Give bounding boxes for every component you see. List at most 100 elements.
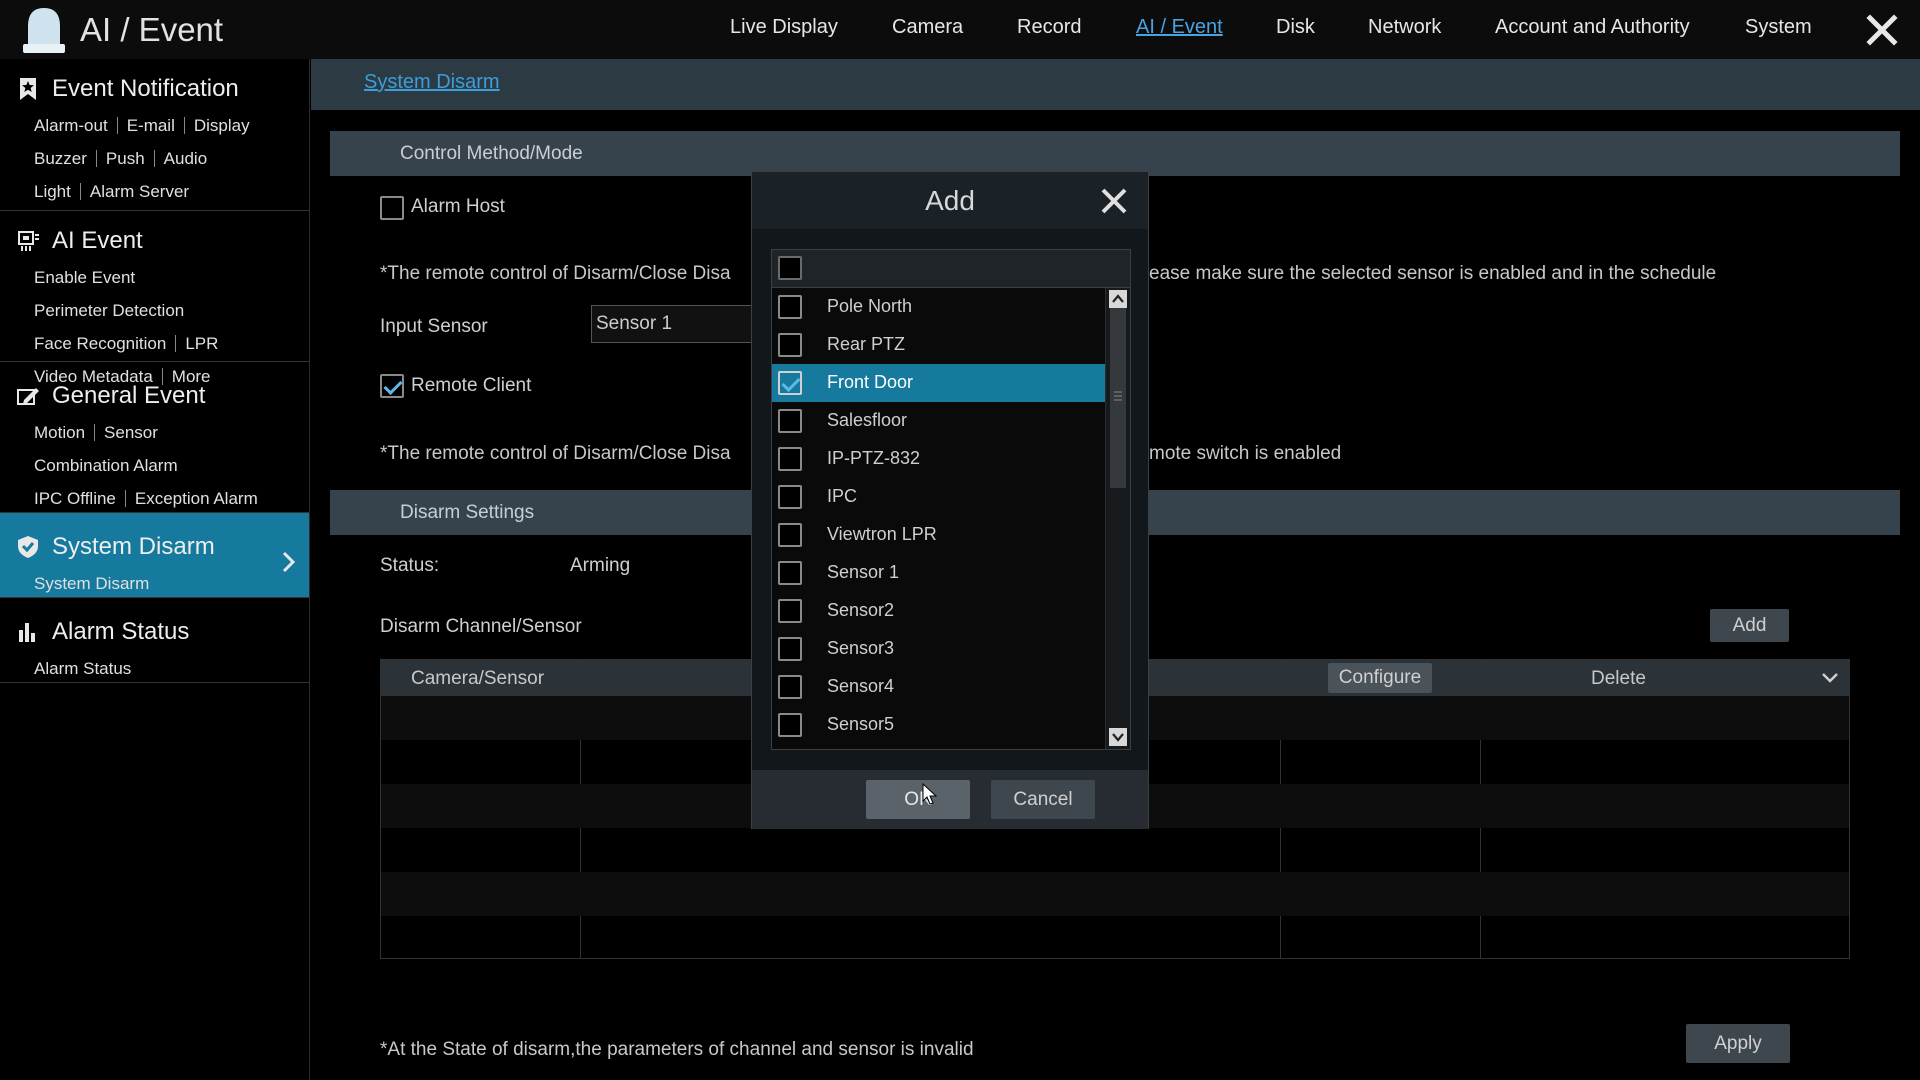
sidebar-link-motion[interactable]: Motion [34, 423, 85, 443]
sidebar-link-face-recognition[interactable]: Face Recognition [34, 334, 166, 354]
nav-system[interactable]: System [1745, 16, 1812, 39]
sidebar-link-display[interactable]: Display [194, 116, 250, 136]
sidebar: Event Notification Alarm-out E-mail Disp… [0, 59, 310, 1080]
item-label: IPC [827, 486, 858, 506]
input-sensor-select[interactable]: Sensor 1 [591, 305, 761, 343]
item-label: Sensor 1 [827, 562, 900, 582]
item-checkbox[interactable] [778, 295, 802, 319]
item-label: Sensor5 [827, 714, 895, 734]
sidebar-link-push[interactable]: Push [106, 149, 145, 169]
sidebar-link-system-disarm[interactable]: System Disarm [34, 574, 149, 594]
nav-network[interactable]: Network [1368, 16, 1441, 39]
note-alarm-host-left: *The remote control of Disarm/Close Disa [380, 263, 731, 284]
scroll-up-button[interactable] [1109, 290, 1127, 308]
list-item[interactable]: Sensor3 [772, 630, 1105, 668]
nav-live-display[interactable]: Live Display [730, 16, 838, 39]
list-item[interactable]: Front Door [772, 364, 1105, 402]
list-item[interactable]: Pole North [772, 288, 1105, 326]
sidebar-row: Combination Alarm [0, 449, 309, 482]
apply-button[interactable]: Apply [1686, 1024, 1790, 1063]
sidebar-link-lpr[interactable]: LPR [185, 334, 218, 354]
sidebar-link-email[interactable]: E-mail [127, 116, 175, 136]
separator [124, 490, 126, 507]
close-icon[interactable] [1866, 14, 1898, 46]
ok-button[interactable]: OK [866, 780, 970, 819]
sidebar-row: IPC Offline Exception Alarm [0, 482, 309, 515]
item-checkbox[interactable] [778, 523, 802, 547]
item-checkbox[interactable] [778, 447, 802, 471]
section-title: Disarm Settings [400, 502, 535, 523]
sidebar-head-system-disarm[interactable]: System Disarm [0, 527, 309, 567]
sidebar-head-event-notification[interactable]: Event Notification [0, 69, 309, 109]
breadcrumb[interactable]: System Disarm [364, 71, 500, 94]
item-label: IP-PTZ-832 [827, 448, 921, 468]
item-checkbox[interactable] [778, 333, 802, 357]
list-item[interactable]: Sensor 1 [772, 554, 1105, 592]
list-item[interactable]: Sensor4 [772, 668, 1105, 706]
sidebar-row: Alarm-out E-mail Display [0, 109, 309, 142]
list-item[interactable]: Salesfloor [772, 402, 1105, 440]
sidebar-row: Buzzer Push Audio [0, 142, 309, 175]
dialog-header: Add [752, 172, 1148, 229]
sidebar-title: Event Notification [52, 75, 239, 102]
remote-client-checkbox[interactable] [380, 374, 404, 398]
sidebar-head-general-event[interactable]: General Event [0, 376, 309, 416]
sidebar-link-sensor[interactable]: Sensor [104, 423, 158, 443]
sidebar-link-light[interactable]: Light [34, 182, 71, 202]
sidebar-link-alarm-server[interactable]: Alarm Server [90, 182, 189, 202]
select-all-checkbox[interactable] [778, 256, 802, 280]
nav-account-authority[interactable]: Account and Authority [1495, 16, 1690, 39]
nav-disk[interactable]: Disk [1276, 16, 1315, 39]
list-scrollbar[interactable] [1105, 288, 1130, 749]
footer-note: *At the State of disarm,the parameters o… [380, 1039, 974, 1060]
sidebar-link-audio[interactable]: Audio [164, 149, 207, 169]
sidebar-group-ai-event: AI Event Enable Event Perimeter Detectio… [0, 211, 309, 386]
item-checkbox[interactable] [778, 371, 802, 395]
sidebar-link-perimeter-detection[interactable]: Perimeter Detection [34, 301, 184, 321]
dialog-footer: OK Cancel [752, 770, 1148, 829]
sidebar-link-ipc-offline[interactable]: IPC Offline [34, 489, 116, 509]
alarm-host-checkbox[interactable] [380, 196, 404, 220]
item-checkbox[interactable] [778, 561, 802, 585]
nav-ai-event[interactable]: AI / Event [1136, 16, 1223, 39]
configure-button[interactable]: Configure [1328, 663, 1432, 693]
item-label: Viewtron LPR [827, 524, 937, 544]
bar-chart-icon [19, 623, 35, 642]
item-checkbox[interactable] [778, 637, 802, 661]
list-item[interactable]: Sensor5 [772, 706, 1105, 744]
list-item[interactable]: Sensor2 [772, 592, 1105, 630]
close-icon[interactable] [1100, 187, 1128, 215]
dialog-title: Add [925, 185, 975, 216]
scroll-down-button[interactable] [1109, 728, 1127, 746]
item-checkbox[interactable] [778, 713, 802, 737]
sidebar-head-ai-event[interactable]: AI Event [0, 221, 309, 261]
nav-record[interactable]: Record [1017, 16, 1081, 39]
item-checkbox[interactable] [778, 675, 802, 699]
sidebar-link-alarm-status[interactable]: Alarm Status [34, 659, 131, 679]
sidebar-link-buzzer[interactable]: Buzzer [34, 149, 87, 169]
list-item[interactable]: IP-PTZ-832 [772, 440, 1105, 478]
sidebar-row: Light Alarm Server [0, 175, 309, 208]
nav-camera[interactable]: Camera [892, 16, 963, 39]
list-item[interactable]: Viewtron LPR [772, 516, 1105, 554]
cancel-button[interactable]: Cancel [991, 780, 1095, 819]
sidebar-link-exception-alarm[interactable]: Exception Alarm [135, 489, 258, 509]
separator [175, 335, 177, 352]
sidebar-head-alarm-status[interactable]: Alarm Status [0, 612, 309, 652]
note-remote-client-right: mote switch is enabled [1149, 443, 1342, 464]
item-checkbox[interactable] [778, 485, 802, 509]
item-checkbox[interactable] [778, 409, 802, 433]
sidebar-link-combination-alarm[interactable]: Combination Alarm [34, 456, 178, 476]
list-item[interactable]: IPC [772, 478, 1105, 516]
sidebar-group-event-notification: Event Notification Alarm-out E-mail Disp… [0, 59, 309, 211]
scroll-thumb[interactable] [1110, 308, 1126, 488]
sensor-list: Pole North Rear PTZ Front Door Salesfloo… [771, 249, 1131, 750]
list-item[interactable]: Rear PTZ [772, 326, 1105, 364]
chevron-down-icon[interactable] [1821, 670, 1839, 686]
add-channel-button[interactable]: Add [1710, 609, 1789, 642]
item-label: Sensor4 [827, 676, 895, 696]
item-checkbox[interactable] [778, 599, 802, 623]
sidebar-link-enable-event[interactable]: Enable Event [34, 268, 135, 288]
input-sensor-label: Input Sensor [380, 316, 488, 337]
sidebar-link-alarm-out[interactable]: Alarm-out [34, 116, 108, 136]
